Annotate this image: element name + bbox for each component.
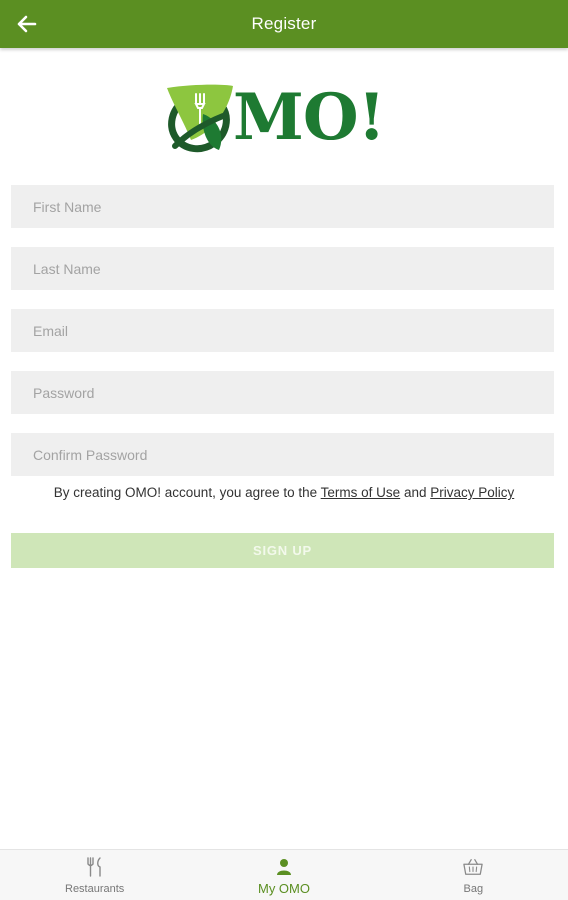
nav-label-restaurants: Restaurants bbox=[65, 883, 125, 895]
password-field[interactable] bbox=[11, 371, 554, 414]
terms-prefix: By creating OMO! account, you agree to t… bbox=[53, 485, 321, 500]
nav-label-my-omo: My OMO bbox=[257, 881, 310, 896]
nav-item-my-omo[interactable]: My OMO bbox=[189, 850, 378, 900]
bottom-nav: Restaurants My OMO Bag bbox=[0, 849, 568, 900]
app-bar: Register bbox=[0, 0, 568, 48]
nav-label-bag: Bag bbox=[463, 883, 484, 895]
nav-item-bag[interactable]: Bag bbox=[379, 850, 568, 900]
page-title: Register bbox=[251, 14, 317, 33]
basket-icon bbox=[463, 857, 484, 877]
last-name-field[interactable] bbox=[11, 247, 554, 290]
arrow-left-icon bbox=[17, 15, 37, 33]
terms-and: and bbox=[400, 485, 431, 500]
terms-text: By creating OMO! account, you agree to t… bbox=[0, 485, 568, 500]
fork-knife-icon bbox=[85, 857, 105, 877]
email-field[interactable] bbox=[11, 309, 554, 352]
person-icon bbox=[274, 857, 294, 877]
back-button[interactable] bbox=[12, 9, 42, 39]
first-name-field[interactable] bbox=[11, 185, 554, 228]
omo-logo: MO! bbox=[163, 80, 405, 156]
privacy-policy-link[interactable]: Privacy Policy bbox=[430, 485, 514, 500]
leaf-fork-logo-icon bbox=[167, 84, 233, 153]
terms-of-use-link[interactable]: Terms of Use bbox=[321, 485, 401, 500]
sign-up-button[interactable]: SIGN UP bbox=[11, 533, 554, 568]
logo-text: MO! bbox=[233, 80, 386, 155]
confirm-password-field[interactable] bbox=[11, 433, 554, 476]
nav-item-restaurants[interactable]: Restaurants bbox=[0, 850, 189, 900]
